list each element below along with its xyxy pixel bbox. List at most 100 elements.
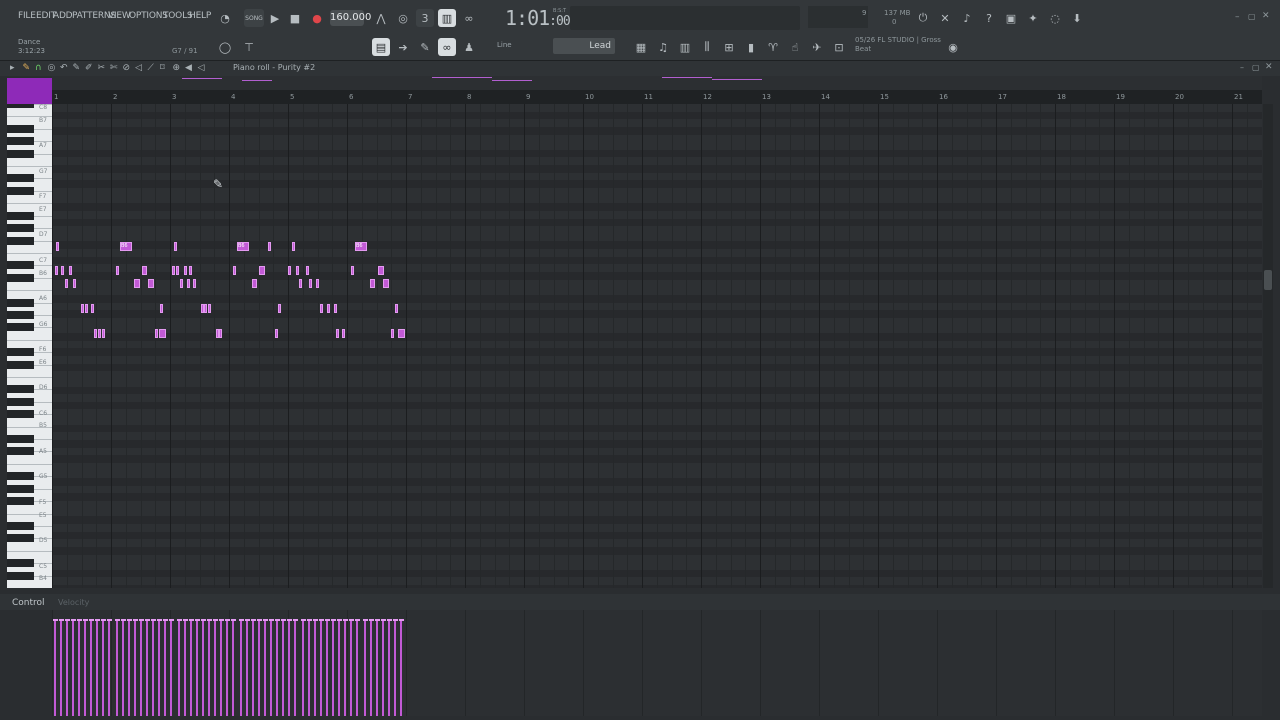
black-key[interactable] [7, 150, 34, 158]
note[interactable] [320, 304, 323, 313]
tools-icon[interactable]: ✕ [936, 9, 954, 27]
velocity-cap[interactable] [163, 619, 168, 621]
velocity-bar[interactable] [314, 620, 316, 716]
velocity-cap[interactable] [337, 619, 342, 621]
velocity-bar[interactable] [190, 620, 192, 716]
velocity-bar[interactable] [356, 620, 358, 716]
velocity-cap[interactable] [189, 619, 194, 621]
record-button[interactable]: ● [308, 9, 326, 27]
note[interactable] [208, 304, 211, 313]
velocity-bar[interactable] [258, 620, 260, 716]
velocity-bar[interactable] [376, 620, 378, 716]
tempo-display[interactable]: 160.000 [330, 10, 371, 26]
velocity-cap[interactable] [169, 619, 174, 621]
note[interactable] [91, 304, 94, 313]
pr-minimize-icon[interactable]: – [1240, 63, 1244, 72]
note[interactable] [160, 304, 163, 313]
velocity-bar[interactable] [382, 620, 384, 716]
master-volume-knob-icon[interactable]: ◯ [216, 38, 234, 56]
velocity-bar[interactable] [102, 620, 104, 716]
velocity-cap[interactable] [157, 619, 162, 621]
velocity-bar[interactable] [184, 620, 186, 716]
velocity-bar[interactable] [202, 620, 204, 716]
note[interactable] [398, 329, 405, 338]
velocity-cap[interactable] [369, 619, 374, 621]
velocity-cap[interactable] [133, 619, 138, 621]
browser-icon[interactable]: ⊞ [720, 38, 738, 56]
velocity-bar[interactable] [128, 620, 130, 716]
options-arrow-icon[interactable]: ▸ [10, 63, 15, 73]
menu-tools[interactable]: TOOLS [163, 11, 193, 21]
vertical-scrollbar[interactable] [1263, 104, 1273, 588]
master-pitch-icon[interactable]: ⊤ [240, 38, 258, 56]
pr-maximize-icon[interactable]: ▢ [1252, 63, 1260, 72]
note[interactable] [383, 279, 389, 288]
velocity-cap[interactable] [219, 619, 224, 621]
note[interactable] [296, 266, 299, 275]
zoom-icon[interactable]: ⊕ [173, 63, 181, 73]
velocity-bar[interactable] [308, 620, 310, 716]
piano-keyboard[interactable]: C8 B7 A7 G7 F7 E7 D7 C7 B6 A6 G6 F6 E6 D6 C6 B5 A5 G5 F5 E5… [7, 104, 52, 588]
menu-help[interactable]: HELP [189, 11, 211, 21]
note[interactable] [299, 279, 302, 288]
note[interactable] [148, 279, 154, 288]
velocity-cap[interactable] [59, 619, 64, 621]
note[interactable] [116, 266, 119, 275]
black-key[interactable] [7, 274, 34, 282]
velocity-cap[interactable] [245, 619, 250, 621]
velocity-cap[interactable] [95, 619, 100, 621]
velocity-bar[interactable] [170, 620, 172, 716]
plugin-picker-icon[interactable]: ▮ [742, 38, 760, 56]
velocity-lane[interactable] [52, 610, 1262, 716]
note[interactable] [94, 329, 97, 338]
velocity-bar[interactable] [108, 620, 110, 716]
note[interactable] [61, 266, 64, 275]
black-key[interactable] [7, 522, 34, 530]
play-button[interactable]: ▶ [266, 9, 284, 27]
velocity-cap[interactable] [275, 619, 280, 621]
black-key[interactable] [7, 572, 34, 580]
velocity-bar[interactable] [320, 620, 322, 716]
note[interactable] [56, 242, 59, 251]
note[interactable] [268, 242, 271, 251]
velocity-cap[interactable] [115, 619, 120, 621]
note[interactable] [102, 329, 105, 338]
time-ruler[interactable]: 1 2 3 4 5 6 7 8 9 10 11 12 13 14 15 16 17 18 19 20 21 [52, 90, 1262, 104]
note[interactable] [342, 329, 345, 338]
velocity-bar[interactable] [240, 620, 242, 716]
mic-icon[interactable]: ♈ [764, 38, 782, 56]
velocity-bar[interactable] [226, 620, 228, 716]
download-icon[interactable]: ⬇ [1068, 9, 1086, 27]
note[interactable] [336, 329, 339, 338]
note[interactable] [278, 304, 281, 313]
black-key[interactable] [7, 174, 34, 182]
velocity-cap[interactable] [127, 619, 132, 621]
help-icon[interactable]: ? [980, 9, 998, 27]
note[interactable] [288, 266, 291, 275]
velocity-bar[interactable] [400, 620, 402, 716]
note[interactable] [395, 304, 398, 313]
velocity-cap[interactable] [257, 619, 262, 621]
menu-options[interactable]: OPTIONS [129, 11, 168, 21]
black-key[interactable] [7, 237, 34, 245]
black-key[interactable] [7, 261, 34, 269]
tempo-knob-icon[interactable]: ◔ [216, 9, 234, 27]
mute-icon[interactable]: ◁ [135, 63, 142, 73]
brush-icon[interactable]: ✐ [85, 63, 93, 73]
velocity-bar[interactable] [350, 620, 352, 716]
slice-icon[interactable]: ✂ [98, 63, 106, 73]
black-key[interactable] [7, 472, 34, 480]
velocity-cap[interactable] [269, 619, 274, 621]
note[interactable] [219, 329, 222, 338]
countdown-icon[interactable]: 3 [416, 9, 434, 27]
note[interactable] [159, 329, 166, 338]
note[interactable] [174, 242, 177, 251]
velocity-bar[interactable] [232, 620, 234, 716]
globe-icon[interactable]: ◉ [944, 38, 962, 56]
snap-icon[interactable]: ◎ [48, 63, 56, 73]
note[interactable] [180, 279, 183, 288]
velocity-cap[interactable] [65, 619, 70, 621]
velocity-bar[interactable] [116, 620, 118, 716]
velocity-bar[interactable] [252, 620, 254, 716]
note[interactable]: B6 [120, 242, 132, 251]
